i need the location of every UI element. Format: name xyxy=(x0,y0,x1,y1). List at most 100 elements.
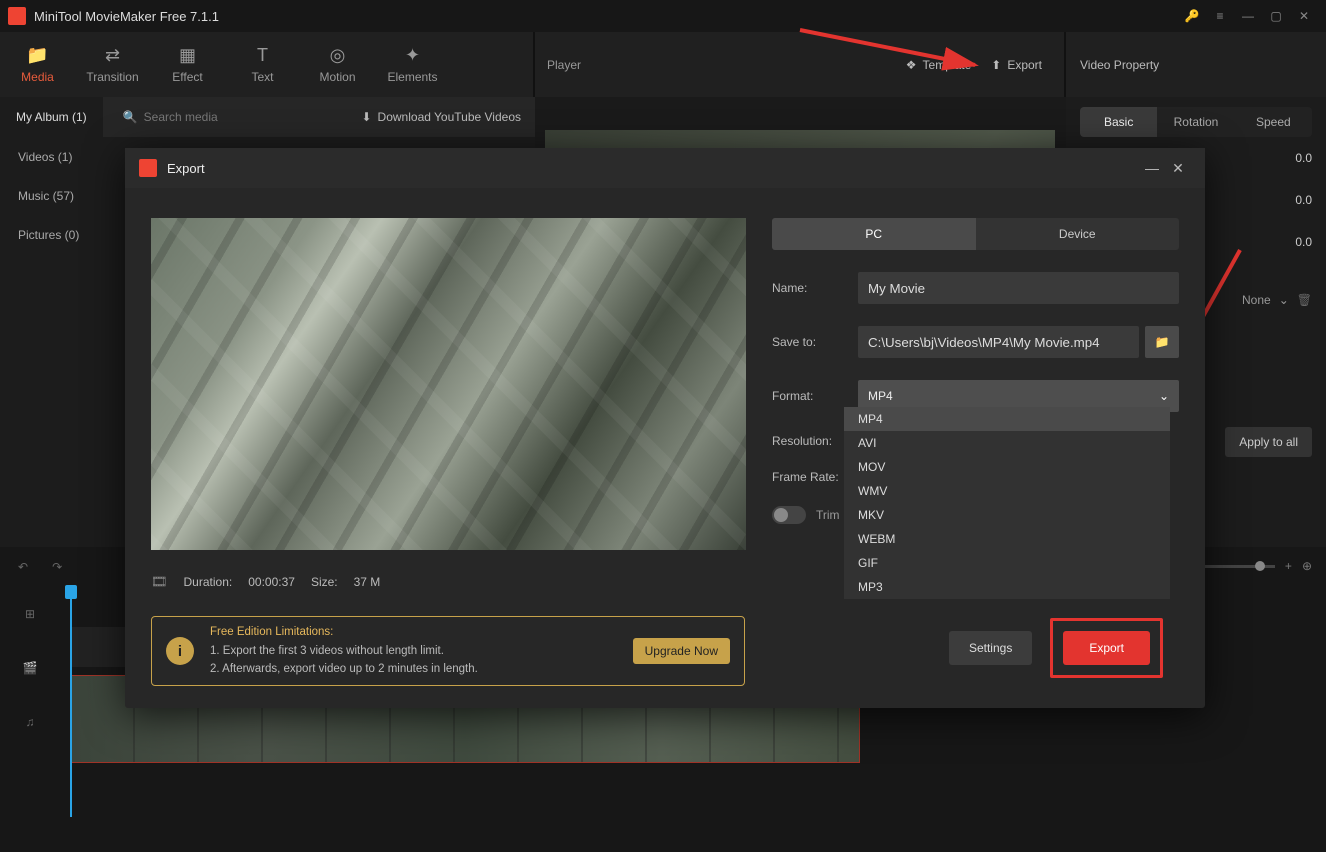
tab-elements-label: Elements xyxy=(387,70,437,84)
motion-icon: ◎ xyxy=(330,45,346,66)
framerate-label: Frame Rate: xyxy=(772,470,844,484)
format-label: Format: xyxy=(772,389,844,403)
saveto-input[interactable] xyxy=(858,326,1139,358)
export-button-top[interactable]: ⬆ Export xyxy=(981,58,1052,72)
limits-line-2: 2. Afterwards, export video up to 2 minu… xyxy=(210,660,617,678)
trim-toggle[interactable] xyxy=(772,506,806,524)
player-title: Player xyxy=(547,58,896,72)
resolution-label: Resolution: xyxy=(772,434,844,448)
player-header: Player ❖ Template ⬆ Export xyxy=(535,32,1066,97)
playhead[interactable] xyxy=(70,587,72,817)
tab-transition-label: Transition xyxy=(86,70,138,84)
limits-heading: Free Edition Limitations: xyxy=(210,623,617,641)
format-option-mp4[interactable]: MP4 xyxy=(844,407,1170,431)
prop-tab-rotation[interactable]: Rotation xyxy=(1157,107,1234,137)
duration-value: 00:00:37 xyxy=(248,575,295,589)
format-option-webm[interactable]: WEBM xyxy=(844,527,1170,551)
saveto-label: Save to: xyxy=(772,335,844,349)
export-title: Export xyxy=(167,161,1139,176)
free-edition-banner: i Free Edition Limitations: 1. Export th… xyxy=(151,616,745,686)
upgrade-now-button[interactable]: Upgrade Now xyxy=(633,638,730,664)
undo-icon[interactable]: ↶ xyxy=(18,560,28,574)
main-toolbar: 📁 Media ⇄ Transition ▦ Effect T Text ◎ Motion… xyxy=(0,32,535,97)
tab-transition[interactable]: ⇄ Transition xyxy=(75,32,150,97)
size-value: 37 M xyxy=(354,575,381,589)
minimize-button[interactable]: — xyxy=(1234,2,1262,30)
prop-tab-speed[interactable]: Speed xyxy=(1235,107,1312,137)
titlebar: MiniTool MovieMaker Free 7.1.1 🔑 ≡ — ▢ ✕ xyxy=(0,0,1326,32)
format-option-wmv[interactable]: WMV xyxy=(844,479,1170,503)
video-property-title: Video Property xyxy=(1066,32,1326,97)
tab-effect[interactable]: ▦ Effect xyxy=(150,32,225,97)
export-confirm-button[interactable]: Export xyxy=(1063,631,1150,665)
stack-icon: ❖ xyxy=(906,58,917,72)
search-icon: 🔍 xyxy=(123,110,138,124)
tab-media-label: Media xyxy=(21,70,54,84)
chevron-down-icon: ⌄ xyxy=(1159,389,1169,403)
key-icon[interactable]: 🔑 xyxy=(1178,2,1206,30)
export-tab-pc[interactable]: PC xyxy=(772,218,976,250)
duration-label: Duration: xyxy=(184,575,233,589)
tab-text-label: Text xyxy=(251,70,273,84)
search-input[interactable]: 🔍 Search media xyxy=(103,110,348,124)
app-title: MiniTool MovieMaker Free 7.1.1 xyxy=(34,9,1178,24)
export-label: Export xyxy=(1007,58,1042,72)
search-placeholder: Search media xyxy=(144,110,218,124)
download-youtube-button[interactable]: ⬇Download YouTube Videos xyxy=(347,110,535,124)
effect-icon: ▦ xyxy=(179,45,196,66)
settings-button[interactable]: Settings xyxy=(949,631,1032,665)
template-button[interactable]: ❖ Template xyxy=(896,58,981,72)
info-icon: i xyxy=(166,637,194,665)
tab-motion-label: Motion xyxy=(319,70,355,84)
browse-folder-button[interactable]: 📁 xyxy=(1145,326,1179,358)
close-button[interactable]: ✕ xyxy=(1290,2,1318,30)
format-dropdown: MP4 AVI MOV WMV MKV WEBM GIF MP3 xyxy=(844,407,1170,599)
hamburger-icon[interactable]: ≡ xyxy=(1206,2,1234,30)
transition-icon: ⇄ xyxy=(105,45,120,66)
video-track-icon: 🎬 xyxy=(23,661,38,675)
chevron-down-icon[interactable]: ⌄ xyxy=(1279,293,1289,307)
tab-media[interactable]: 📁 Media xyxy=(0,32,75,97)
redo-icon[interactable]: ↷ xyxy=(52,560,62,574)
limits-line-1: 1. Export the first 3 videos without len… xyxy=(210,642,617,660)
film-icon: 🎞 xyxy=(151,574,168,590)
folder-icon: 📁 xyxy=(26,45,48,66)
zoom-fit-icon[interactable]: ⊕ xyxy=(1302,559,1312,573)
tab-elements[interactable]: ✦ Elements xyxy=(375,32,450,97)
elements-icon: ✦ xyxy=(405,45,420,66)
trash-icon[interactable]: 🗑 xyxy=(1297,293,1312,307)
format-option-mov[interactable]: MOV xyxy=(844,455,1170,479)
size-label: Size: xyxy=(311,575,338,589)
export-minimize-button[interactable]: — xyxy=(1139,160,1165,176)
format-value: MP4 xyxy=(868,389,893,403)
export-dialog: Export — ✕ 🎞 Duration: 00:00:37 Size: 37… xyxy=(125,148,1205,708)
zoom-in-icon[interactable]: + xyxy=(1285,559,1292,573)
tab-motion[interactable]: ◎ Motion xyxy=(300,32,375,97)
tab-text[interactable]: T Text xyxy=(225,32,300,97)
text-icon: T xyxy=(257,45,268,66)
audio-track-icon: ♫ xyxy=(26,715,35,729)
export-close-button[interactable]: ✕ xyxy=(1165,160,1191,177)
prop-tab-basic[interactable]: Basic xyxy=(1080,107,1157,137)
format-option-mp3[interactable]: MP3 xyxy=(844,575,1170,599)
album-tab[interactable]: My Album (1) xyxy=(0,97,103,137)
format-option-gif[interactable]: GIF xyxy=(844,551,1170,575)
app-logo-icon xyxy=(8,7,26,25)
export-button-highlight: Export xyxy=(1050,618,1163,678)
prop-none-label: None xyxy=(1242,293,1271,307)
export-tab-device[interactable]: Device xyxy=(976,218,1180,250)
format-option-avi[interactable]: AVI xyxy=(844,431,1170,455)
format-option-mkv[interactable]: MKV xyxy=(844,503,1170,527)
trim-label: Trim xyxy=(816,508,840,522)
export-logo-icon xyxy=(139,159,157,177)
template-label: Template xyxy=(923,58,972,72)
tab-effect-label: Effect xyxy=(172,70,202,84)
apply-to-all-button[interactable]: Apply to all xyxy=(1225,427,1312,457)
add-track-icon[interactable]: ⊞ xyxy=(25,607,35,621)
download-label: Download YouTube Videos xyxy=(378,110,521,124)
folder-icon: 📁 xyxy=(1155,335,1170,349)
maximize-button[interactable]: ▢ xyxy=(1262,2,1290,30)
export-icon: ⬆ xyxy=(991,58,1001,72)
export-preview-thumbnail xyxy=(151,218,746,550)
name-input[interactable] xyxy=(858,272,1179,304)
